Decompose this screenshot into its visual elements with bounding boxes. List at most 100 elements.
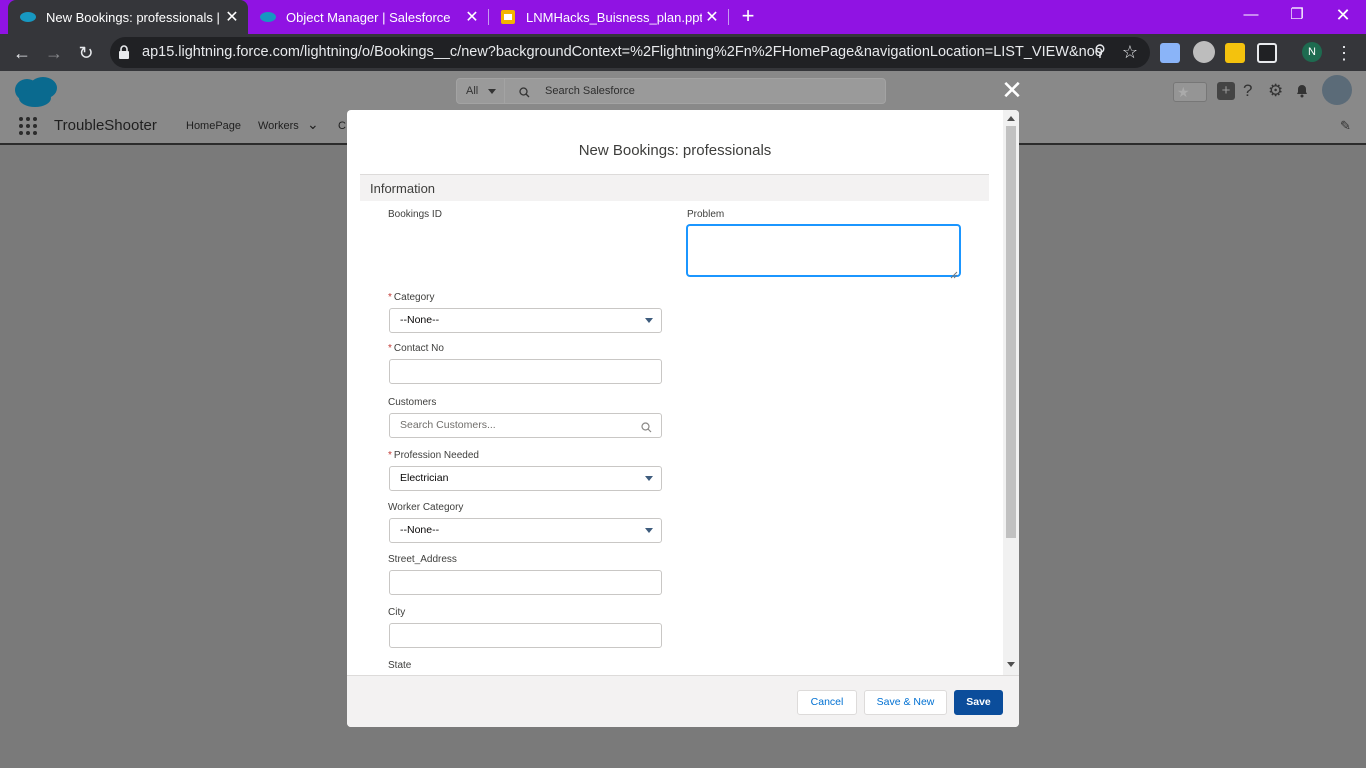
cube-extension-icon[interactable] xyxy=(1257,43,1277,63)
browser-tabbar: New Bookings: professionals | Sa ✕ Objec… xyxy=(0,0,1366,34)
modal-footer: Cancel Save & New Save xyxy=(347,675,1019,727)
street-address-label: Street_Address xyxy=(388,554,457,565)
profession-needed-label-text: Profession Needed xyxy=(393,450,479,461)
nav-item-truncated[interactable]: C xyxy=(338,120,346,132)
app-launcher-icon[interactable] xyxy=(18,116,38,141)
category-select[interactable]: --None-- xyxy=(389,308,662,333)
worker-category-select[interactable]: --None-- xyxy=(389,518,662,543)
contact-no-input[interactable] xyxy=(389,359,662,384)
modal-scrollbar[interactable] xyxy=(1003,110,1019,675)
section-title: Information xyxy=(370,181,436,196)
star-icon: ★ xyxy=(1177,84,1190,100)
contact-no-label: * Contact No xyxy=(388,343,444,354)
street-address-input[interactable] xyxy=(389,570,662,595)
scrollbar-thumb[interactable] xyxy=(1006,126,1016,538)
chevron-down-icon xyxy=(488,89,496,94)
lock-icon xyxy=(118,44,132,60)
bookmark-star-icon[interactable]: ☆ xyxy=(1116,38,1144,66)
salesforce-logo[interactable] xyxy=(13,76,59,113)
reload-icon[interactable]: ↻ xyxy=(72,39,100,67)
worker-category-label: Worker Category xyxy=(388,502,464,513)
category-label-text: Category xyxy=(393,292,435,303)
customers-lookup-input[interactable]: Search Customers... xyxy=(389,413,662,438)
problem-label: Problem xyxy=(687,209,725,220)
chevron-down-icon xyxy=(645,476,653,481)
profile-avatar[interactable]: N xyxy=(1302,42,1322,62)
search-icon xyxy=(641,419,653,433)
chevron-down-icon[interactable]: ⌄ xyxy=(307,116,319,133)
tab-title: New Bookings: professionals | Sa xyxy=(46,9,222,25)
profession-needed-select[interactable]: Electrician xyxy=(389,466,662,491)
zoom-icon[interactable]: ⚲ xyxy=(1086,38,1114,66)
search-scope-select[interactable]: All xyxy=(457,79,505,103)
save-and-new-button[interactable]: Save & New xyxy=(864,690,947,715)
scroll-down-icon[interactable] xyxy=(1007,662,1015,667)
app-name: TroubleShooter xyxy=(54,117,157,134)
new-tab-button[interactable]: + xyxy=(736,5,760,29)
close-tab-icon[interactable]: ✕ xyxy=(222,7,242,27)
tab-separator xyxy=(728,9,729,25)
required-marker: * xyxy=(388,292,392,303)
slides-icon xyxy=(500,9,516,25)
cancel-button[interactable]: Cancel xyxy=(797,690,857,715)
avatar[interactable] xyxy=(1322,75,1352,105)
save-extension-icon[interactable] xyxy=(1160,43,1180,63)
back-icon[interactable]: ← xyxy=(8,39,36,67)
section-header-information[interactable]: Information xyxy=(360,174,989,201)
bookings-id-label: Bookings ID xyxy=(388,209,442,220)
global-actions-icon[interactable]: + xyxy=(1217,82,1235,100)
global-search[interactable]: All Search Salesforce xyxy=(456,78,886,104)
required-marker: * xyxy=(388,343,392,354)
star-extension-icon[interactable] xyxy=(1225,43,1245,63)
menu-kebab-icon[interactable]: ⋮ xyxy=(1330,39,1358,67)
customers-label: Customers xyxy=(388,397,437,408)
gear-icon[interactable]: ⚙ xyxy=(1268,81,1283,101)
browser-toolbar: ← → ↻ ap15.lightning.force.com/lightning… xyxy=(0,34,1366,71)
city-input[interactable] xyxy=(389,623,662,648)
city-label: City xyxy=(388,607,406,618)
new-booking-modal: New Bookings: professionals Information … xyxy=(347,110,1019,727)
category-value: --None-- xyxy=(400,314,440,326)
close-window-icon[interactable]: ✕ xyxy=(1320,0,1366,30)
category-label: * Category xyxy=(388,292,434,303)
close-tab-icon[interactable]: ✕ xyxy=(462,7,482,27)
extension-avatar-icon[interactable] xyxy=(1193,41,1215,63)
forward-icon[interactable]: → xyxy=(40,39,68,67)
save-button[interactable]: Save xyxy=(954,690,1003,715)
search-placeholder: Search Salesforce xyxy=(545,85,635,97)
profession-needed-label: * Profession Needed xyxy=(388,450,479,461)
bell-icon[interactable] xyxy=(1294,82,1310,103)
address-bar[interactable]: ap15.lightning.force.com/lightning/o/Boo… xyxy=(110,37,1150,68)
search-scope-label: All xyxy=(466,85,479,97)
modal-close-icon[interactable]: ✕ xyxy=(1001,77,1023,103)
restore-icon[interactable]: ❐ xyxy=(1274,0,1320,30)
scroll-up-icon[interactable] xyxy=(1007,116,1015,121)
chevron-down-icon xyxy=(645,318,653,323)
edit-nav-icon[interactable]: ✎ xyxy=(1340,118,1351,134)
worker-category-value: --None-- xyxy=(400,524,440,536)
url-text: ap15.lightning.force.com/lightning/o/Boo… xyxy=(142,44,1102,60)
minimize-icon[interactable]: — xyxy=(1228,0,1274,30)
help-icon[interactable]: ? xyxy=(1243,81,1252,101)
problem-textarea[interactable] xyxy=(687,225,960,279)
profession-needed-value: Electrician xyxy=(400,472,449,484)
close-tab-icon[interactable]: ✕ xyxy=(702,7,722,27)
contact-no-label-text: Contact No xyxy=(393,343,444,354)
tab-title: LNMHacks_Buisness_plan.pptx - xyxy=(526,9,702,25)
favorites-button[interactable]: ★ xyxy=(1173,82,1207,102)
tab-new-bookings[interactable]: New Bookings: professionals | Sa ✕ xyxy=(8,0,248,34)
chevron-down-icon xyxy=(645,528,653,533)
nav-item-homepage[interactable]: HomePage xyxy=(186,120,241,132)
required-marker: * xyxy=(388,450,392,461)
nav-item-workers[interactable]: Workers xyxy=(258,120,299,132)
modal-title: New Bookings: professionals xyxy=(578,142,772,159)
customers-placeholder: Search Customers... xyxy=(400,419,496,431)
salesforce-icon xyxy=(260,9,276,25)
search-icon xyxy=(519,85,530,103)
tab-business-plan[interactable]: LNMHacks_Buisness_plan.pptx - ✕ xyxy=(488,0,728,34)
tab-object-manager[interactable]: Object Manager | Salesforce ✕ xyxy=(248,0,488,34)
salesforce-icon xyxy=(20,9,36,25)
resize-handle-icon[interactable] xyxy=(950,266,958,279)
tab-title: Object Manager | Salesforce xyxy=(286,9,451,25)
state-label: State xyxy=(388,660,412,671)
